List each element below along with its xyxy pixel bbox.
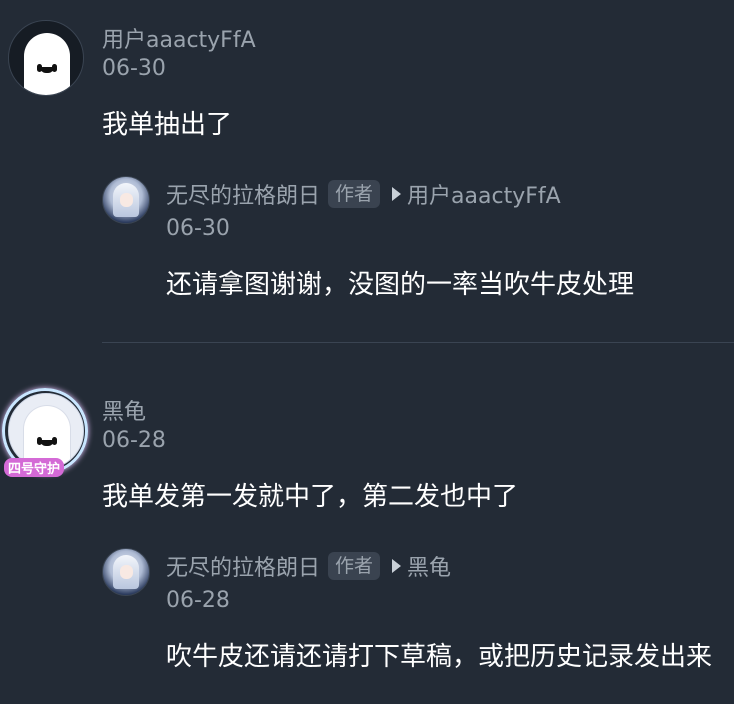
ghost-avatar-icon[interactable] [8, 20, 84, 96]
comment-date: 06-30 [102, 56, 166, 81]
avatar-face [120, 193, 133, 207]
comment-username[interactable]: 用户aaactyFfA [102, 22, 256, 54]
reply-date: 06-28 [166, 588, 230, 613]
reply-username[interactable]: 无尽的拉格朗日 [166, 178, 320, 210]
reply-content[interactable]: 吹牛皮还请还请打下草稿，或把历史记录发出来 [166, 636, 734, 673]
reply-target-username[interactable]: 黑龟 [407, 550, 451, 582]
reply-header: 无尽的拉格朗日 作者 用户aaactyFfA [166, 178, 561, 210]
comment-content[interactable]: 我单发第一发就中了，第二发也中了 [102, 476, 518, 513]
divider [102, 342, 734, 343]
reply-target-username[interactable]: 用户aaactyFfA [407, 178, 561, 210]
reply-date: 06-30 [166, 216, 230, 241]
author-badge: 作者 [328, 180, 381, 208]
reply-header: 无尽的拉格朗日 作者 黑龟 [166, 550, 451, 582]
avatar-frame-label: 四号守护 [4, 458, 65, 477]
author-avatar[interactable] [102, 548, 150, 596]
play-arrow-icon [392, 187, 402, 201]
avatar-face [120, 565, 133, 579]
reply-content[interactable]: 还请拿图谢谢，没图的一率当吹牛皮处理 [166, 264, 634, 301]
play-arrow-icon [392, 559, 402, 573]
author-avatar[interactable] [102, 176, 150, 224]
reply-username[interactable]: 无尽的拉格朗日 [166, 550, 320, 582]
comment-content[interactable]: 我单抽出了 [102, 104, 232, 141]
author-badge: 作者 [328, 552, 381, 580]
ghost-body [24, 33, 70, 95]
comment-date: 06-28 [102, 428, 166, 453]
comment-username[interactable]: 黑龟 [102, 394, 146, 426]
